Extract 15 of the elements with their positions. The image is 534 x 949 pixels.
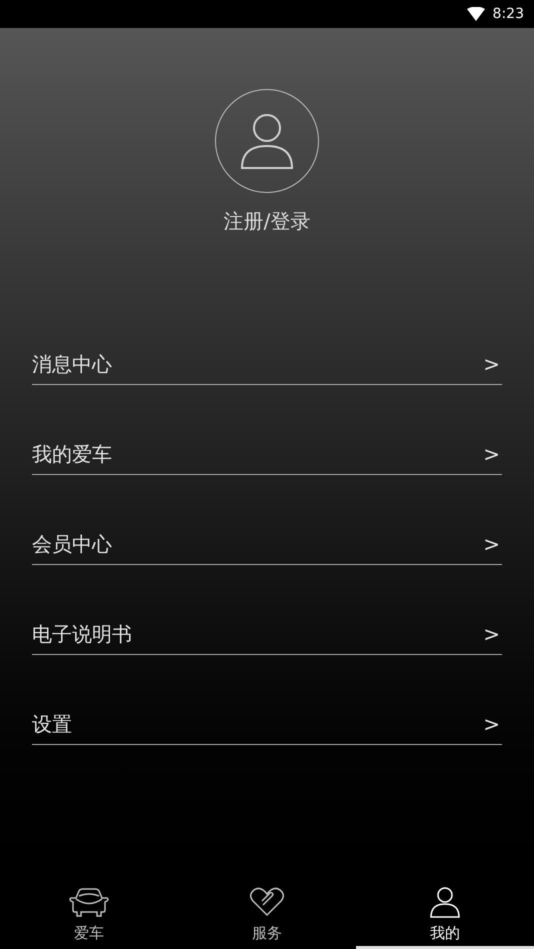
nav-tab[interactable]: 我的	[356, 867, 534, 949]
menu-item[interactable]: 消息中心 >	[32, 295, 502, 385]
menu-item[interactable]: 我的爱车 >	[32, 385, 502, 475]
menu-item[interactable]: 设置 >	[32, 655, 502, 745]
avatar-icon[interactable]	[215, 89, 319, 193]
heart-icon	[249, 886, 285, 918]
car-icon	[68, 886, 110, 918]
menu-item[interactable]: 电子说明书 >	[32, 565, 502, 655]
wifi-icon	[466, 7, 485, 21]
menu-item[interactable]: 会员中心 >	[32, 475, 502, 565]
person-icon	[429, 886, 461, 918]
nav-tab[interactable]: 服务	[178, 867, 356, 949]
clock-time: 8:23	[492, 4, 524, 24]
nav-tab[interactable]: 爱车	[0, 867, 178, 949]
login-link[interactable]: 注册/登录	[224, 207, 310, 235]
